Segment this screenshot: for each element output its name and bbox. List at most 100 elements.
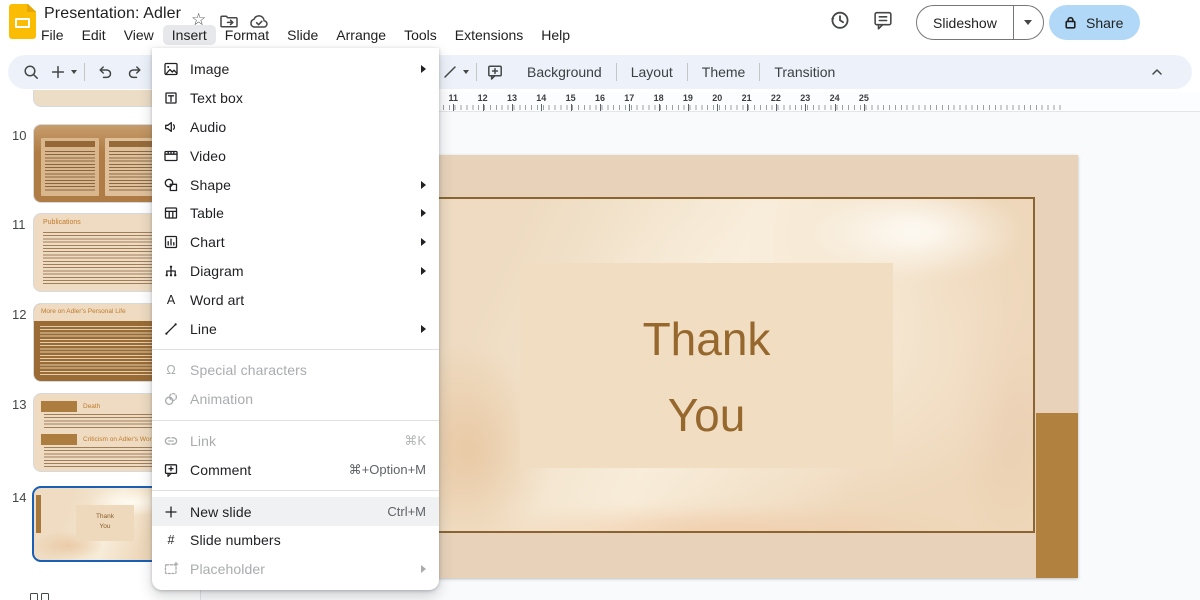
insert-menu-item-audio[interactable]: Audio [152, 113, 439, 142]
menu-item-shortcut: ⌘+Option+M [349, 462, 426, 478]
menu-item-shortcut: ⌘K [404, 433, 426, 449]
slideshow-split-button[interactable]: Slideshow [916, 5, 1044, 40]
ruler-number: 11 [443, 93, 463, 103]
menu-item-shortcut: Ctrl+M [387, 504, 426, 519]
comments-icon[interactable] [872, 9, 895, 32]
menu-item-label: Link [190, 433, 394, 449]
insert-menu-item-special-characters[interactable]: ΩSpecial characters [152, 356, 439, 385]
ruler-number: 17 [619, 93, 639, 103]
ruler-number: 22 [766, 93, 786, 103]
version-history-icon[interactable] [828, 8, 852, 32]
new-slide-plus-icon[interactable] [49, 63, 67, 81]
menubar-item-arrange[interactable]: Arrange [327, 25, 395, 45]
insert-menu-item-shape[interactable]: Shape [152, 170, 439, 199]
menubar-item-extensions[interactable]: Extensions [446, 25, 532, 45]
insert-menu-item-video[interactable]: Video [152, 141, 439, 170]
thumb12-body-text [40, 326, 168, 376]
document-title[interactable]: Presentation: Adler [44, 5, 181, 23]
menubar-item-view[interactable]: View [115, 25, 163, 45]
titlebar: Presentation: Adler ☆ FileEditViewInsert… [0, 0, 1200, 48]
ruler-number: 12 [473, 93, 493, 103]
submenu-arrow-icon [421, 325, 426, 333]
menubar-item-format[interactable]: Format [216, 25, 278, 45]
insert-comment-icon[interactable] [486, 63, 504, 81]
chevron-down-icon [1024, 20, 1032, 25]
menubar-item-insert[interactable]: Insert [163, 25, 216, 45]
slideshow-button[interactable]: Slideshow [917, 6, 1013, 39]
menu-item-label: Text box [190, 90, 426, 106]
slideshow-dropdown[interactable] [1014, 6, 1043, 39]
insert-menu-panel: Image Text box Audio Video ShapeTableChartDi… [152, 48, 439, 590]
lock-icon [1063, 15, 1078, 30]
diagram-icon [163, 263, 179, 279]
insert-menu-item-slide-numbers[interactable]: # Slide numbers [152, 526, 439, 555]
menu-item-label: Video [190, 148, 426, 164]
share-button[interactable]: Share [1049, 5, 1140, 40]
shape-icon [163, 177, 179, 193]
insert-menu-item-chart[interactable]: Chart [152, 228, 439, 257]
line-tool-dropdown-icon[interactable] [463, 70, 469, 74]
ruler-number: 19 [678, 93, 698, 103]
line-tool-icon[interactable] [441, 63, 459, 81]
ruler-number: 14 [531, 93, 551, 103]
menubar-item-edit[interactable]: Edit [73, 25, 115, 45]
new-slide-dropdown-icon[interactable] [71, 70, 77, 74]
insert-menu-item-placeholder[interactable]: Placeholder [152, 555, 439, 584]
menubar-item-tools[interactable]: Tools [395, 25, 446, 45]
thumb10-left-column [41, 138, 99, 196]
transition-button[interactable]: Transition [760, 64, 849, 80]
image-icon [163, 61, 179, 77]
slide-accent-rectangle[interactable] [1036, 413, 1078, 578]
thumb13-title: Death [83, 403, 100, 410]
background-button[interactable]: Background [513, 64, 616, 80]
thumb13-heading-block [41, 401, 77, 412]
grid-view-icon[interactable] [30, 593, 49, 600]
ruler-number: 13 [502, 93, 522, 103]
insert-menu-item-animation[interactable]: Animation [152, 385, 439, 414]
search-icon[interactable] [22, 63, 40, 81]
menu-item-label: New slide [190, 504, 377, 520]
insert-menu-item-link[interactable]: Link ⌘K [152, 427, 439, 456]
word-art-icon: A [163, 292, 179, 308]
table-icon [163, 205, 179, 221]
placeholder-icon [163, 561, 179, 577]
insert-menu-item-text-box[interactable]: Text box [152, 84, 439, 113]
comment-icon [163, 462, 179, 478]
insert-menu-item-table[interactable]: Table [152, 199, 439, 228]
insert-menu-item-diagram[interactable]: Diagram [152, 257, 439, 286]
redo-icon[interactable] [126, 63, 144, 81]
menu-item-label: Slide numbers [190, 532, 426, 548]
submenu-arrow-icon [421, 565, 426, 573]
thank-you-text-box[interactable]: Thank You [520, 263, 893, 468]
menu-separator [152, 420, 439, 421]
insert-menu-item-image[interactable]: Image [152, 55, 439, 84]
menubar-item-slide[interactable]: Slide [278, 25, 327, 45]
link-icon [163, 433, 179, 449]
ruler-number: 25 [854, 93, 874, 103]
menubar-item-help[interactable]: Help [532, 25, 579, 45]
theme-button[interactable]: Theme [688, 64, 760, 80]
menu-bar: FileEditViewInsertFormatSlideArrangeTool… [32, 23, 579, 47]
video-icon [163, 148, 179, 164]
insert-menu-item-comment[interactable]: Comment⌘+Option+M [152, 455, 439, 484]
insert-menu-item-new-slide[interactable]: New slide Ctrl+M [152, 497, 439, 526]
hide-menus-chevron-icon[interactable] [1148, 63, 1166, 81]
menu-item-label: Special characters [190, 362, 426, 378]
menu-item-label: Animation [190, 391, 426, 407]
undo-icon[interactable] [96, 63, 114, 81]
thank-you-line2: You [520, 377, 893, 453]
thumb11-title: Publications [43, 219, 81, 226]
menubar-item-file[interactable]: File [32, 25, 73, 45]
insert-menu-item-line[interactable]: Line [152, 314, 439, 343]
thumb12-title: More on Adler's Personal Life [41, 308, 126, 315]
slide-numbers-icon: # [163, 532, 179, 548]
thumb13-body-text2 [44, 447, 166, 467]
layout-button[interactable]: Layout [617, 64, 687, 80]
ruler-number: 23 [795, 93, 815, 103]
insert-menu-item-word-art[interactable]: A Word art [152, 285, 439, 314]
submenu-arrow-icon [421, 209, 426, 217]
menu-item-label: Word art [190, 292, 426, 308]
menu-item-label: Audio [190, 119, 426, 135]
toolbar-divider [84, 63, 85, 81]
animation-icon [163, 391, 179, 407]
